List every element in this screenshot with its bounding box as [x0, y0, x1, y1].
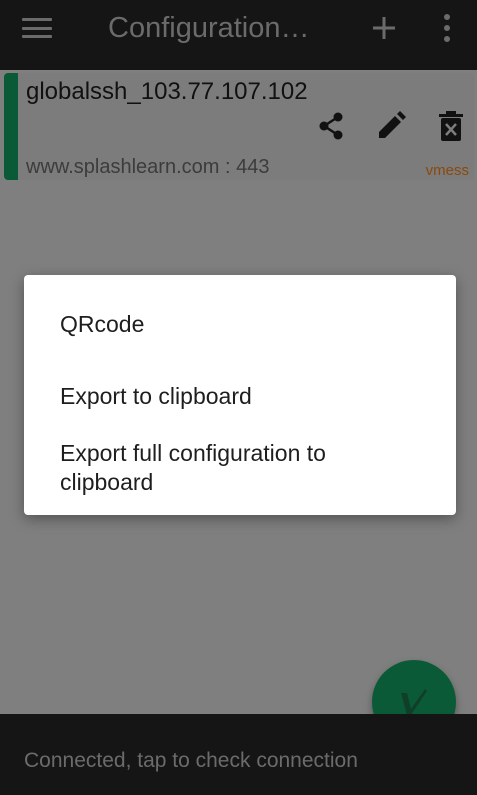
toolbar: Configuration… — [0, 0, 477, 70]
server-name: globalssh_103.77.107.102 — [26, 78, 308, 105]
export-full-configuration-option[interactable]: Export full configuration to clipboard — [60, 439, 390, 497]
server-card[interactable]: globalssh_103.77.107.102 www.splashlearn… — [4, 73, 474, 180]
share-options-dialog: QRcode Export to clipboard Export full c… — [24, 275, 456, 515]
protocol-type-label: vmess — [425, 162, 469, 179]
export-to-clipboard-option[interactable]: Export to clipboard — [60, 382, 390, 411]
connection-status-text: Connected, tap to check connection — [24, 749, 358, 772]
vertical-dots-icon[interactable] — [432, 12, 462, 44]
toolbar-title: Configuration… — [108, 12, 310, 44]
delete-icon[interactable] — [432, 107, 470, 145]
selected-indicator — [4, 73, 18, 180]
qrcode-option[interactable]: QRcode — [60, 310, 390, 339]
edit-icon[interactable] — [372, 107, 410, 145]
share-icon[interactable] — [312, 107, 350, 145]
server-address: www.splashlearn.com : 443 — [26, 156, 270, 178]
plus-icon[interactable] — [368, 12, 400, 44]
hamburger-menu-icon[interactable] — [22, 14, 62, 42]
connection-status-bar[interactable]: Connected, tap to check connection — [0, 714, 477, 795]
